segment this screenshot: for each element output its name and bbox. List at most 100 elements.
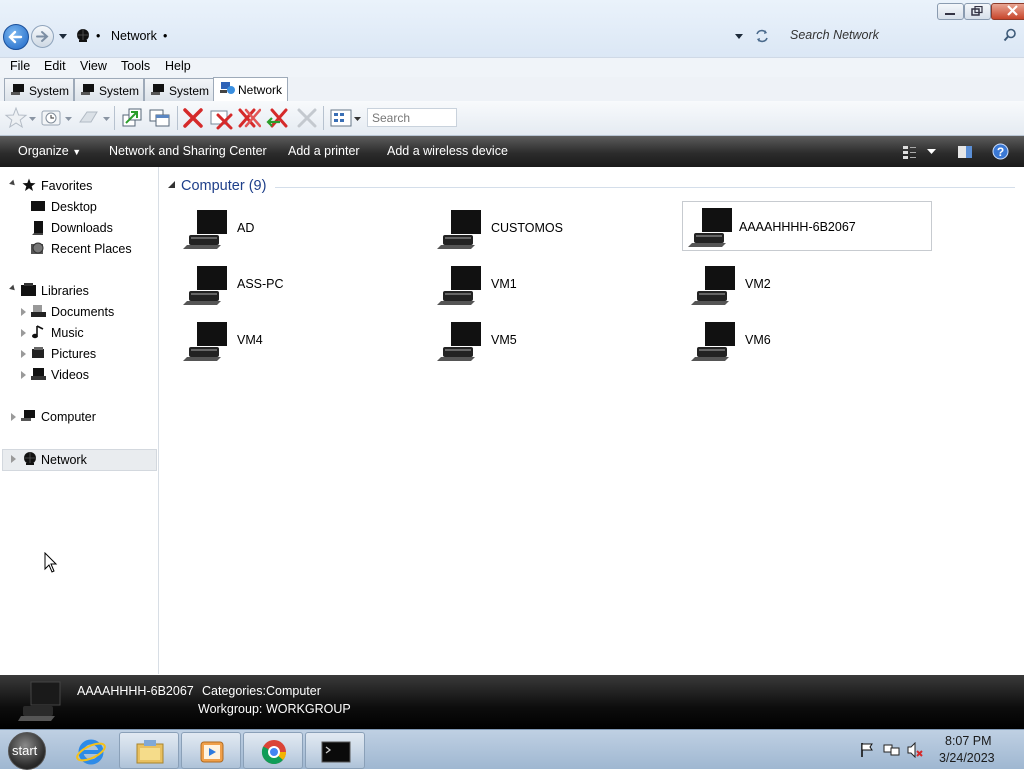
taskbar-file-explorer[interactable]	[119, 732, 179, 769]
computer-tile-vm5[interactable]: VM5	[418, 314, 668, 364]
restore-button[interactable]	[964, 3, 991, 20]
nav-label: Network	[41, 453, 87, 467]
back-button[interactable]	[3, 24, 29, 50]
computer-tile-aaaahhhh[interactable]: AAAAHHHH-6B2067	[682, 201, 932, 251]
search-box[interactable]: Search Network	[790, 28, 879, 42]
star-icon	[4, 106, 28, 129]
view-mode-button[interactable]	[329, 106, 353, 130]
places-button[interactable]	[77, 106, 101, 130]
nav-network[interactable]: Network	[2, 449, 157, 471]
computer-tile-vm2[interactable]: VM2	[672, 258, 922, 308]
nav-pictures[interactable]: Pictures	[0, 344, 158, 364]
tab-system-1[interactable]: System	[4, 78, 74, 101]
close-button[interactable]	[991, 3, 1024, 20]
network-sharing-center-button[interactable]: Network and Sharing Center	[109, 144, 267, 158]
taskbar-console[interactable]	[305, 732, 365, 769]
forward-button[interactable]	[31, 25, 54, 48]
arrow-x-icon	[266, 108, 288, 128]
clock-icon	[41, 110, 61, 126]
nav-libraries[interactable]: Libraries	[0, 281, 158, 301]
computer-tile-vm6[interactable]: VM6	[672, 314, 922, 364]
computer-icon	[437, 322, 481, 361]
close-tab-button[interactable]	[181, 106, 205, 130]
taskbar-media-player[interactable]	[181, 732, 241, 769]
nav-favorites[interactable]: Favorites	[0, 176, 158, 196]
address-dropdown-icon[interactable]	[734, 33, 744, 41]
computer-icon	[151, 84, 164, 95]
nav-recent-places[interactable]: Recent Places	[0, 239, 158, 259]
close-all-tabs-button[interactable]	[237, 106, 262, 130]
close-right-button[interactable]	[295, 106, 319, 130]
volume-muted-icon[interactable]	[907, 742, 924, 758]
change-view-icon[interactable]	[901, 144, 917, 160]
network-globe-icon	[77, 29, 89, 42]
search-icon[interactable]	[1003, 28, 1017, 42]
menu-view[interactable]: View	[80, 59, 107, 73]
toolbar-search-input[interactable]: Search	[367, 108, 457, 127]
nav-label: Music	[51, 326, 84, 340]
nav-label: Documents	[51, 305, 115, 319]
chevron-down-icon[interactable]	[354, 117, 361, 122]
add-wireless-device-button[interactable]: Add a wireless device	[387, 144, 508, 158]
menu-tools[interactable]: Tools	[121, 59, 150, 73]
toolbar-separator	[323, 106, 324, 130]
tab-system-3[interactable]: System	[144, 78, 214, 101]
nav-downloads[interactable]: Downloads	[0, 218, 158, 238]
preview-pane-icon[interactable]	[957, 144, 973, 160]
disabled-x-icon	[297, 108, 317, 128]
start-button[interactable]: start	[8, 732, 46, 770]
taskbar-chrome[interactable]	[243, 732, 303, 769]
nav-music[interactable]: Music	[0, 323, 158, 343]
collapse-group-arrow-icon[interactable]	[168, 181, 176, 189]
computer-tile-vm4[interactable]: VM4	[164, 314, 414, 364]
add-printer-button[interactable]: Add a printer	[288, 144, 360, 158]
details-categories-label: Categories:	[202, 684, 266, 698]
grid-view-icon	[330, 109, 352, 127]
chevron-down-icon[interactable]	[103, 117, 110, 122]
folder-icon	[136, 740, 164, 764]
libraries-icon	[21, 283, 36, 296]
nav-desktop[interactable]: Desktop	[0, 197, 158, 217]
computer-tile-ad[interactable]: AD	[164, 202, 414, 252]
computer-tile-customos[interactable]: CUSTOMOS	[418, 202, 668, 252]
refresh-icon[interactable]	[754, 28, 770, 44]
nav-videos[interactable]: Videos	[0, 365, 158, 385]
computer-tile-vm1[interactable]: VM1	[418, 258, 668, 308]
desktop-icon	[31, 201, 45, 211]
tab-system-2[interactable]: System	[74, 78, 144, 101]
menu-file[interactable]: File	[10, 59, 30, 73]
clock-date[interactable]: 3/24/2023	[939, 751, 995, 765]
nav-documents[interactable]: Documents	[0, 302, 158, 322]
clock-time[interactable]: 8:07 PM	[945, 734, 992, 748]
network-icon	[220, 82, 235, 94]
breadcrumb-network[interactable]: Network	[111, 29, 157, 43]
music-note-icon	[32, 325, 44, 339]
favorite-star-button[interactable]	[4, 106, 28, 130]
computer-tile-ass-pc[interactable]: ASS-PC	[164, 258, 414, 308]
chevron-down-icon[interactable]	[65, 117, 72, 122]
expand-network-arrow[interactable]	[11, 455, 16, 463]
tile-label: AAAAHHHH-6B2067	[739, 220, 856, 234]
recent-pages-dropdown-icon[interactable]	[58, 33, 68, 41]
close-left-button[interactable]	[266, 106, 290, 130]
group-header[interactable]: Computer (9)	[181, 178, 266, 194]
minimize-button[interactable]	[937, 3, 964, 20]
new-window-button[interactable]	[120, 106, 144, 130]
organize-button[interactable]: Organize ▼	[18, 144, 81, 158]
breadcrumb-chevron[interactable]: •	[163, 29, 167, 43]
details-workgroup-value: WORKGROUP	[266, 702, 351, 716]
menu-help[interactable]: Help	[165, 59, 191, 73]
menu-edit[interactable]: Edit	[44, 59, 66, 73]
nav-computer[interactable]: Computer	[0, 407, 158, 427]
taskbar-internet-explorer[interactable]	[60, 732, 120, 769]
history-button[interactable]	[40, 106, 64, 130]
duplicate-window-button[interactable]	[148, 106, 172, 130]
action-center-flag-icon[interactable]	[859, 742, 875, 758]
menu-bar: File Edit View Tools Help	[0, 57, 1024, 78]
tab-network[interactable]: Network	[213, 77, 288, 102]
chevron-down-icon[interactable]	[927, 149, 936, 155]
close-window-button[interactable]	[209, 106, 233, 130]
help-icon[interactable]: ?	[992, 143, 1009, 160]
chevron-down-icon[interactable]	[29, 117, 36, 122]
network-tray-icon[interactable]	[883, 742, 900, 758]
